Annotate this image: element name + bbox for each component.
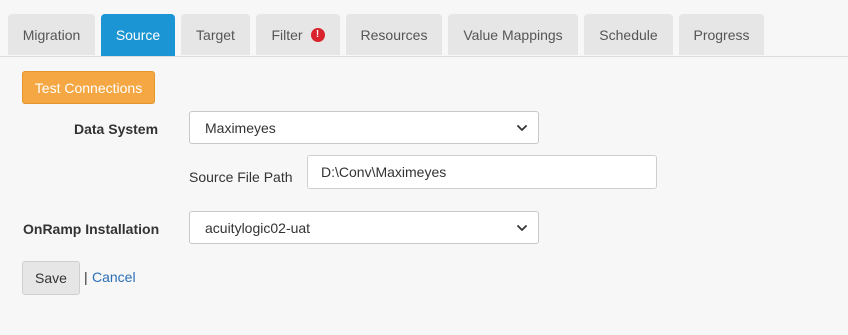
tab-label: Migration [22,26,81,43]
onramp-installation-select[interactable]: acuitylogic02-uat [189,211,539,244]
tab-migration[interactable]: Migration [8,14,95,55]
tab-label: Source [115,27,161,43]
save-button[interactable]: Save [22,261,80,295]
tab-label: Filter [271,26,303,43]
data-system-value: Maximeyes [205,119,276,136]
onramp-installation-label: OnRamp Installation [23,221,160,237]
onramp-installation-value: acuitylogic02-uat [205,219,311,236]
chevron-down-icon [517,225,527,231]
tab-label: Target [196,26,235,43]
cancel-link[interactable]: Cancel [92,269,136,285]
tab-source[interactable]: Source [101,14,175,56]
data-system-label: Data System [74,121,159,137]
tab-filter[interactable]: Filter ! [256,14,340,55]
source-file-path-input[interactable] [307,155,657,189]
warning-icon: ! [310,27,325,42]
source-file-path-label: Source File Path [189,169,293,185]
tab-bar: Migration Source Target Filter ! Resourc… [0,14,848,57]
tab-label: Resources [360,26,428,43]
chevron-down-icon [517,125,527,131]
tab-value-mappings[interactable]: Value Mappings [448,14,578,55]
tab-label: Progress [693,26,750,43]
tab-label: Value Mappings [463,26,563,43]
separator: | [84,269,88,285]
tab-label: Schedule [599,26,658,43]
tab-resources[interactable]: Resources [346,14,442,55]
data-system-select[interactable]: Maximeyes [189,111,539,144]
tab-schedule[interactable]: Schedule [584,14,673,55]
tab-progress[interactable]: Progress [679,14,764,55]
test-connections-button[interactable]: Test Connections [22,71,155,104]
tab-target[interactable]: Target [181,14,250,55]
